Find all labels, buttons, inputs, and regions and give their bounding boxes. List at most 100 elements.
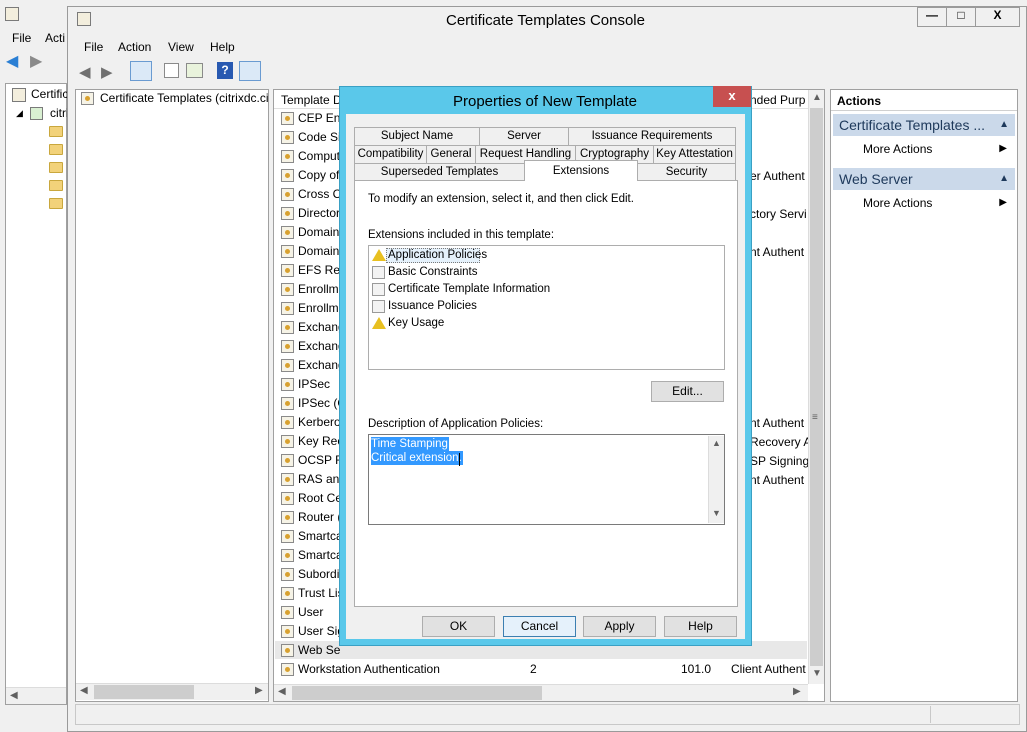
- back-icon[interactable]: ◀: [79, 63, 91, 81]
- tab-superseded-templates[interactable]: Superseded Templates: [354, 163, 525, 181]
- table-row[interactable]: IPSec: [281, 375, 339, 394]
- table-row[interactable]: Root Ce: [281, 489, 339, 508]
- menu-help[interactable]: Help: [210, 40, 235, 54]
- outer-tree-hscroll[interactable]: ◀: [6, 687, 66, 704]
- maximize-button[interactable]: □: [946, 7, 976, 27]
- outer-tree-root[interactable]: Certific: [31, 87, 68, 101]
- column-template-name[interactable]: Template D: [281, 93, 342, 107]
- list-item[interactable]: Key Usage: [372, 315, 712, 332]
- column-intended-purposes[interactable]: nded Purp: [750, 93, 805, 107]
- tree-hscroll[interactable]: ◀ ▶: [76, 683, 268, 700]
- tab-security[interactable]: Security: [637, 163, 736, 181]
- help-button[interactable]: Help: [664, 616, 737, 637]
- show-hide-tree-icon[interactable]: [130, 61, 152, 81]
- scroll-up-arrow-icon[interactable]: ▲: [812, 92, 822, 103]
- list-hscroll[interactable]: ◀ ▶: [274, 684, 808, 701]
- table-row[interactable]: Subordi: [281, 565, 339, 584]
- export-list-icon[interactable]: [186, 63, 203, 78]
- dialog-close-button[interactable]: x: [713, 86, 751, 107]
- ok-button[interactable]: OK: [422, 616, 495, 637]
- extensions-list[interactable]: Application Policies Basic Constraints C…: [368, 245, 725, 370]
- action-pane-icon[interactable]: [239, 61, 261, 81]
- collapse-icon[interactable]: ▲: [999, 114, 1009, 136]
- scroll-left-arrow-icon[interactable]: ◀: [278, 686, 286, 697]
- table-row[interactable]: Domain: [281, 223, 339, 242]
- folder-icon[interactable]: [49, 180, 63, 191]
- scroll-right-arrow-icon[interactable]: ▶: [255, 685, 263, 696]
- table-row[interactable]: RAS and: [281, 470, 339, 489]
- outer-forward-icon[interactable]: ▶: [30, 54, 48, 70]
- scroll-left-arrow-icon[interactable]: ◀: [10, 690, 18, 701]
- list-item[interactable]: Certificate Template Information: [372, 281, 712, 298]
- folder-icon[interactable]: [49, 126, 63, 137]
- table-row[interactable]: CEP Enc: [281, 109, 339, 128]
- table-row[interactable]: Kerbero: [281, 413, 339, 432]
- list-item[interactable]: Issuance Policies: [372, 298, 712, 315]
- table-row[interactable]: Code Si: [281, 128, 339, 147]
- table-row[interactable]: Exchang: [281, 318, 339, 337]
- table-row[interactable]: Router (: [281, 508, 339, 527]
- properties-icon[interactable]: [164, 63, 179, 78]
- table-row[interactable]: Enrollm: [281, 280, 339, 299]
- outer-back-icon[interactable]: ◀: [6, 54, 24, 70]
- tab-compatibility[interactable]: Compatibility: [354, 145, 427, 163]
- more-actions-item[interactable]: More Actions ▶: [833, 139, 1015, 159]
- tab-extensions[interactable]: Extensions: [524, 160, 638, 180]
- menu-action[interactable]: Action: [118, 40, 151, 54]
- table-row[interactable]: Copy of: [281, 166, 339, 185]
- table-row[interactable]: User Sig: [281, 622, 339, 641]
- table-row[interactable]: User: [281, 603, 339, 622]
- table-row[interactable]: OCSP Re: [281, 451, 339, 470]
- more-actions-item[interactable]: More Actions ▶: [833, 193, 1015, 213]
- table-row[interactable]: Exchang: [281, 356, 339, 375]
- folder-icon[interactable]: [49, 162, 63, 173]
- tab-subject-name[interactable]: Subject Name: [354, 127, 480, 145]
- table-row[interactable]: Enrollm: [281, 299, 339, 318]
- table-row[interactable]: EFS Rec: [281, 261, 339, 280]
- scroll-left-arrow-icon[interactable]: ◀: [80, 685, 88, 696]
- table-row[interactable]: Web Serv: [281, 641, 341, 660]
- table-row[interactable]: IPSec (O: [281, 394, 339, 413]
- list-item[interactable]: Application Policies: [372, 247, 712, 264]
- description-vscroll[interactable]: ▲ ▼: [708, 436, 724, 523]
- minimize-button[interactable]: —: [917, 7, 947, 27]
- list-item[interactable]: Basic Constraints: [372, 264, 712, 281]
- collapse-icon[interactable]: ▲: [999, 168, 1009, 190]
- table-row[interactable]: Trust Lis: [281, 584, 339, 603]
- cancel-button[interactable]: Cancel: [503, 616, 576, 637]
- table-row[interactable]: Director: [281, 204, 339, 223]
- folder-icon[interactable]: [49, 144, 63, 155]
- scroll-down-arrow-icon[interactable]: ▼: [712, 508, 721, 518]
- apply-button[interactable]: Apply: [583, 616, 656, 637]
- tab-issuance-requirements[interactable]: Issuance Requirements: [568, 127, 736, 145]
- tree-root-item[interactable]: Certificate Templates (citrixdc.ci: [100, 91, 268, 105]
- menu-file[interactable]: File: [84, 40, 103, 54]
- table-row[interactable]: Smartca: [281, 527, 339, 546]
- outer-menu-file[interactable]: File: [12, 31, 31, 45]
- scroll-up-arrow-icon[interactable]: ▲: [712, 438, 721, 448]
- table-row[interactable]: Workstation Authentication 2 101.0 Clien…: [281, 660, 808, 679]
- table-row[interactable]: Cross C: [281, 185, 339, 204]
- table-row[interactable]: Exchang: [281, 337, 339, 356]
- table-row[interactable]: Smartca: [281, 546, 339, 565]
- actions-section-certificate-templates[interactable]: Certificate Templates ... ▲: [833, 114, 1015, 136]
- tab-server[interactable]: Server: [479, 127, 569, 145]
- table-row[interactable]: Key Rec: [281, 432, 339, 451]
- outer-menu-action[interactable]: Acti: [45, 31, 65, 45]
- scroll-thumb[interactable]: [810, 108, 823, 666]
- scroll-thumb[interactable]: [292, 686, 542, 700]
- scroll-right-arrow-icon[interactable]: ▶: [793, 686, 801, 697]
- scroll-thumb[interactable]: [94, 685, 194, 699]
- description-textbox[interactable]: Time Stamping Critical extension. ▲ ▼: [368, 434, 725, 525]
- folder-icon[interactable]: [49, 198, 63, 209]
- outer-tree-expander[interactable]: ◢: [16, 108, 23, 119]
- tab-key-attestation[interactable]: Key Attestation: [653, 145, 736, 163]
- outer-tree-child[interactable]: citri: [50, 106, 69, 120]
- list-vscroll[interactable]: ▲ ≡ ▼: [808, 90, 824, 684]
- tab-general[interactable]: General: [426, 145, 476, 163]
- close-button[interactable]: X: [975, 7, 1020, 27]
- scroll-down-arrow-icon[interactable]: ▼: [812, 668, 822, 679]
- table-row[interactable]: Comput: [281, 147, 339, 166]
- forward-icon[interactable]: ▶: [101, 63, 113, 81]
- menu-view[interactable]: View: [168, 40, 194, 54]
